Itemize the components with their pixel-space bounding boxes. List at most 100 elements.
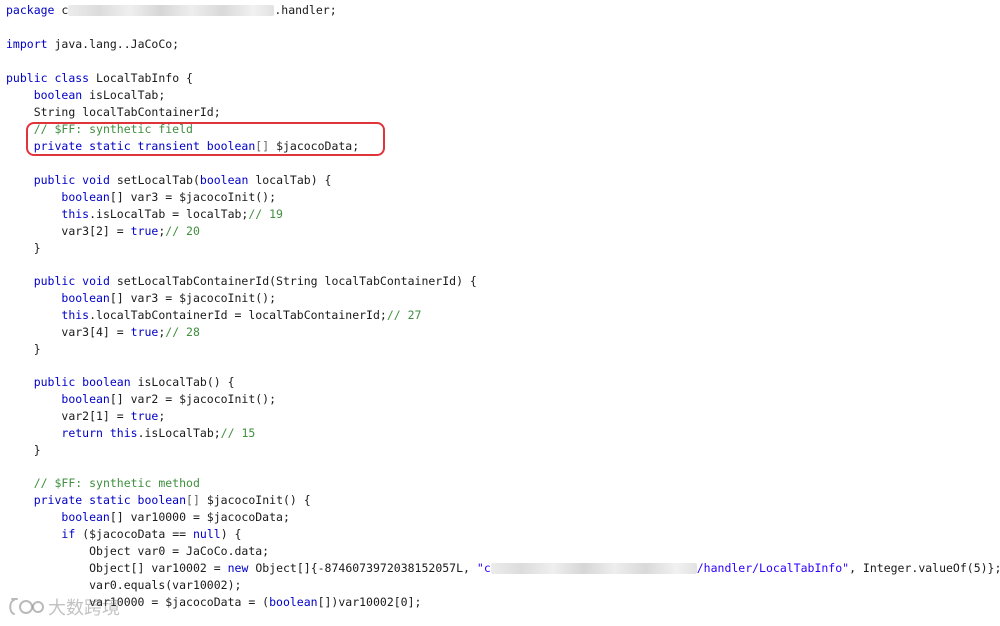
brace: } — [33, 342, 41, 356]
statement: var3[2] = — [61, 224, 124, 238]
package-suffix: .handler; — [274, 3, 337, 17]
watermark: 大数跨境 — [8, 594, 120, 620]
code-line-m4-l3: Object var0 = JaCoCo.data; — [6, 543, 269, 560]
method-name: setLocalTab( — [116, 173, 200, 187]
code-line-m3-sig: public boolean isLocalTab() { — [6, 374, 235, 391]
keyword: boolean — [269, 595, 318, 609]
statement: .isLocalTab = localTab; — [89, 207, 249, 221]
keyword: public boolean — [33, 375, 131, 389]
brace: } — [33, 241, 41, 255]
keyword: import — [6, 37, 48, 51]
statement: [] var3 = $jacocoInit(); — [109, 190, 277, 204]
code-line-class: public class LocalTabInfo { — [6, 70, 193, 87]
statement: [] var3 = $jacocoInit(); — [109, 291, 277, 305]
keyword: this — [109, 426, 138, 440]
keyword: true — [130, 409, 159, 423]
code-line-m3-l2: var2[1] = true; — [6, 408, 165, 425]
keyword: true — [130, 224, 159, 238]
code-line-field1: boolean isLocalTab; — [6, 87, 166, 104]
code-line-import: import java.lang..JaCoCo; — [6, 36, 179, 53]
field-name: isLocalTab; — [89, 88, 166, 102]
statement: var2[1] = — [61, 409, 124, 423]
code-line-field2: String localTabContainerId; — [6, 104, 221, 121]
code-line-m4-l4: Object[] var10002 = new Object[]{-874607… — [6, 560, 1000, 577]
keyword: boolean — [61, 190, 110, 204]
statement: var0.equals(var10002); — [89, 578, 242, 592]
statement: Object var0 = JaCoCo.data; — [89, 544, 270, 558]
statement: var3[4] = — [61, 325, 124, 339]
keyword: null — [192, 527, 221, 541]
keyword: public — [6, 71, 48, 85]
statement: [] var10000 = $jacocoData; — [109, 510, 290, 524]
statement: Object[] var10002 = — [89, 561, 221, 575]
code-line-m2-close: } — [6, 341, 41, 358]
code-line-m4-l5: var0.equals(var10002); — [6, 577, 241, 594]
statement: ($jacocoData == — [82, 527, 187, 541]
statement: , Integer.valueOf(5)}; — [849, 561, 1000, 575]
code-line-m3-l3: return this.isLocalTab;// 15 — [6, 425, 255, 442]
redacted-text — [68, 5, 275, 16]
keyword: package — [6, 3, 55, 17]
keyword: public void — [33, 173, 110, 187]
code-line-m4-l2: if ($jacocoData == null) { — [6, 526, 241, 543]
keyword: boolean — [61, 392, 110, 406]
code-line-comment-method: // $FF: synthetic method — [6, 475, 200, 492]
string-start: "c — [476, 561, 491, 575]
keyword: boolean — [33, 88, 83, 102]
keyword: this — [61, 207, 90, 221]
statement: Object[]{-8746073972038152057L, — [255, 561, 470, 575]
code-line-m1-l3: var3[2] = true;// 20 — [6, 223, 200, 240]
keyword: class — [54, 71, 90, 85]
keyword: return — [61, 426, 103, 440]
code-line-m1-sig: public void setLocalTab(boolean localTab… — [6, 172, 332, 189]
comment: // 27 — [386, 308, 422, 322]
code-line-m2-sig: public void setLocalTabContainerId(Strin… — [6, 273, 477, 290]
keyword: boolean — [61, 510, 110, 524]
code-line-m1-l2: this.isLocalTab = localTab;// 19 — [6, 206, 283, 223]
statement: [] var2 = $jacocoInit(); — [109, 392, 277, 406]
brace: } — [33, 443, 41, 457]
code-line-m1-close: } — [6, 240, 41, 257]
code-line-m2-l2: this.localTabContainerId = localTabConta… — [6, 307, 421, 324]
keyword: this — [61, 308, 90, 322]
keyword: if — [61, 527, 76, 541]
comment: // 20 — [165, 224, 200, 238]
keyword: private static boolean — [33, 493, 187, 507]
code-line-m4-sig: private static boolean[] $jacocoInit() { — [6, 492, 311, 509]
keyword: public void — [33, 274, 110, 288]
keyword: boolean — [199, 173, 249, 187]
comment: // 28 — [165, 325, 200, 339]
watermark-logo-icon — [9, 598, 44, 615]
code-line-m2-l1: boolean[] var3 = $jacocoInit(); — [6, 290, 276, 307]
method-name: setLocalTabContainerId(String localTabCo… — [116, 274, 477, 288]
keyword: new — [227, 561, 249, 575]
string-end: /handler/LocalTabInfo" — [696, 561, 850, 575]
import-name: java.lang..JaCoCo; — [54, 37, 180, 51]
field-type: String — [33, 105, 76, 119]
comment: // 15 — [220, 426, 256, 440]
redacted-text — [490, 563, 697, 574]
keyword: boolean — [61, 291, 110, 305]
code-line-m3-l1: boolean[] var2 = $jacocoInit(); — [6, 391, 276, 408]
statement: .localTabContainerId = localTabContainer… — [89, 308, 387, 322]
field-name: localTabContainerId; — [82, 105, 221, 119]
code-line-m3-close: } — [6, 442, 41, 459]
brackets: [] — [186, 493, 200, 507]
comment: // $FF: synthetic method — [33, 476, 200, 490]
code-line-m2-l3: var3[4] = true;// 28 — [6, 324, 200, 341]
class-name: LocalTabInfo { — [96, 71, 193, 85]
code-line-package: package c .handler; — [6, 2, 337, 19]
code-line-m4-l1: boolean[] var10000 = $jacocoData; — [6, 509, 290, 526]
highlight-box — [26, 122, 385, 156]
param: localTab) { — [255, 173, 332, 187]
method-name: $jacocoInit() { — [206, 493, 311, 507]
keyword: true — [130, 325, 159, 339]
comment: // 19 — [248, 207, 283, 221]
semicolon: ; — [158, 409, 166, 423]
package-prefix: c — [61, 3, 69, 17]
statement: ) { — [220, 527, 242, 541]
statement: [])var10002[0]; — [317, 595, 422, 609]
code-line-m1-l1: boolean[] var3 = $jacocoInit(); — [6, 189, 276, 206]
statement: .isLocalTab; — [137, 426, 221, 440]
watermark-text: 大数跨境 — [48, 598, 120, 619]
